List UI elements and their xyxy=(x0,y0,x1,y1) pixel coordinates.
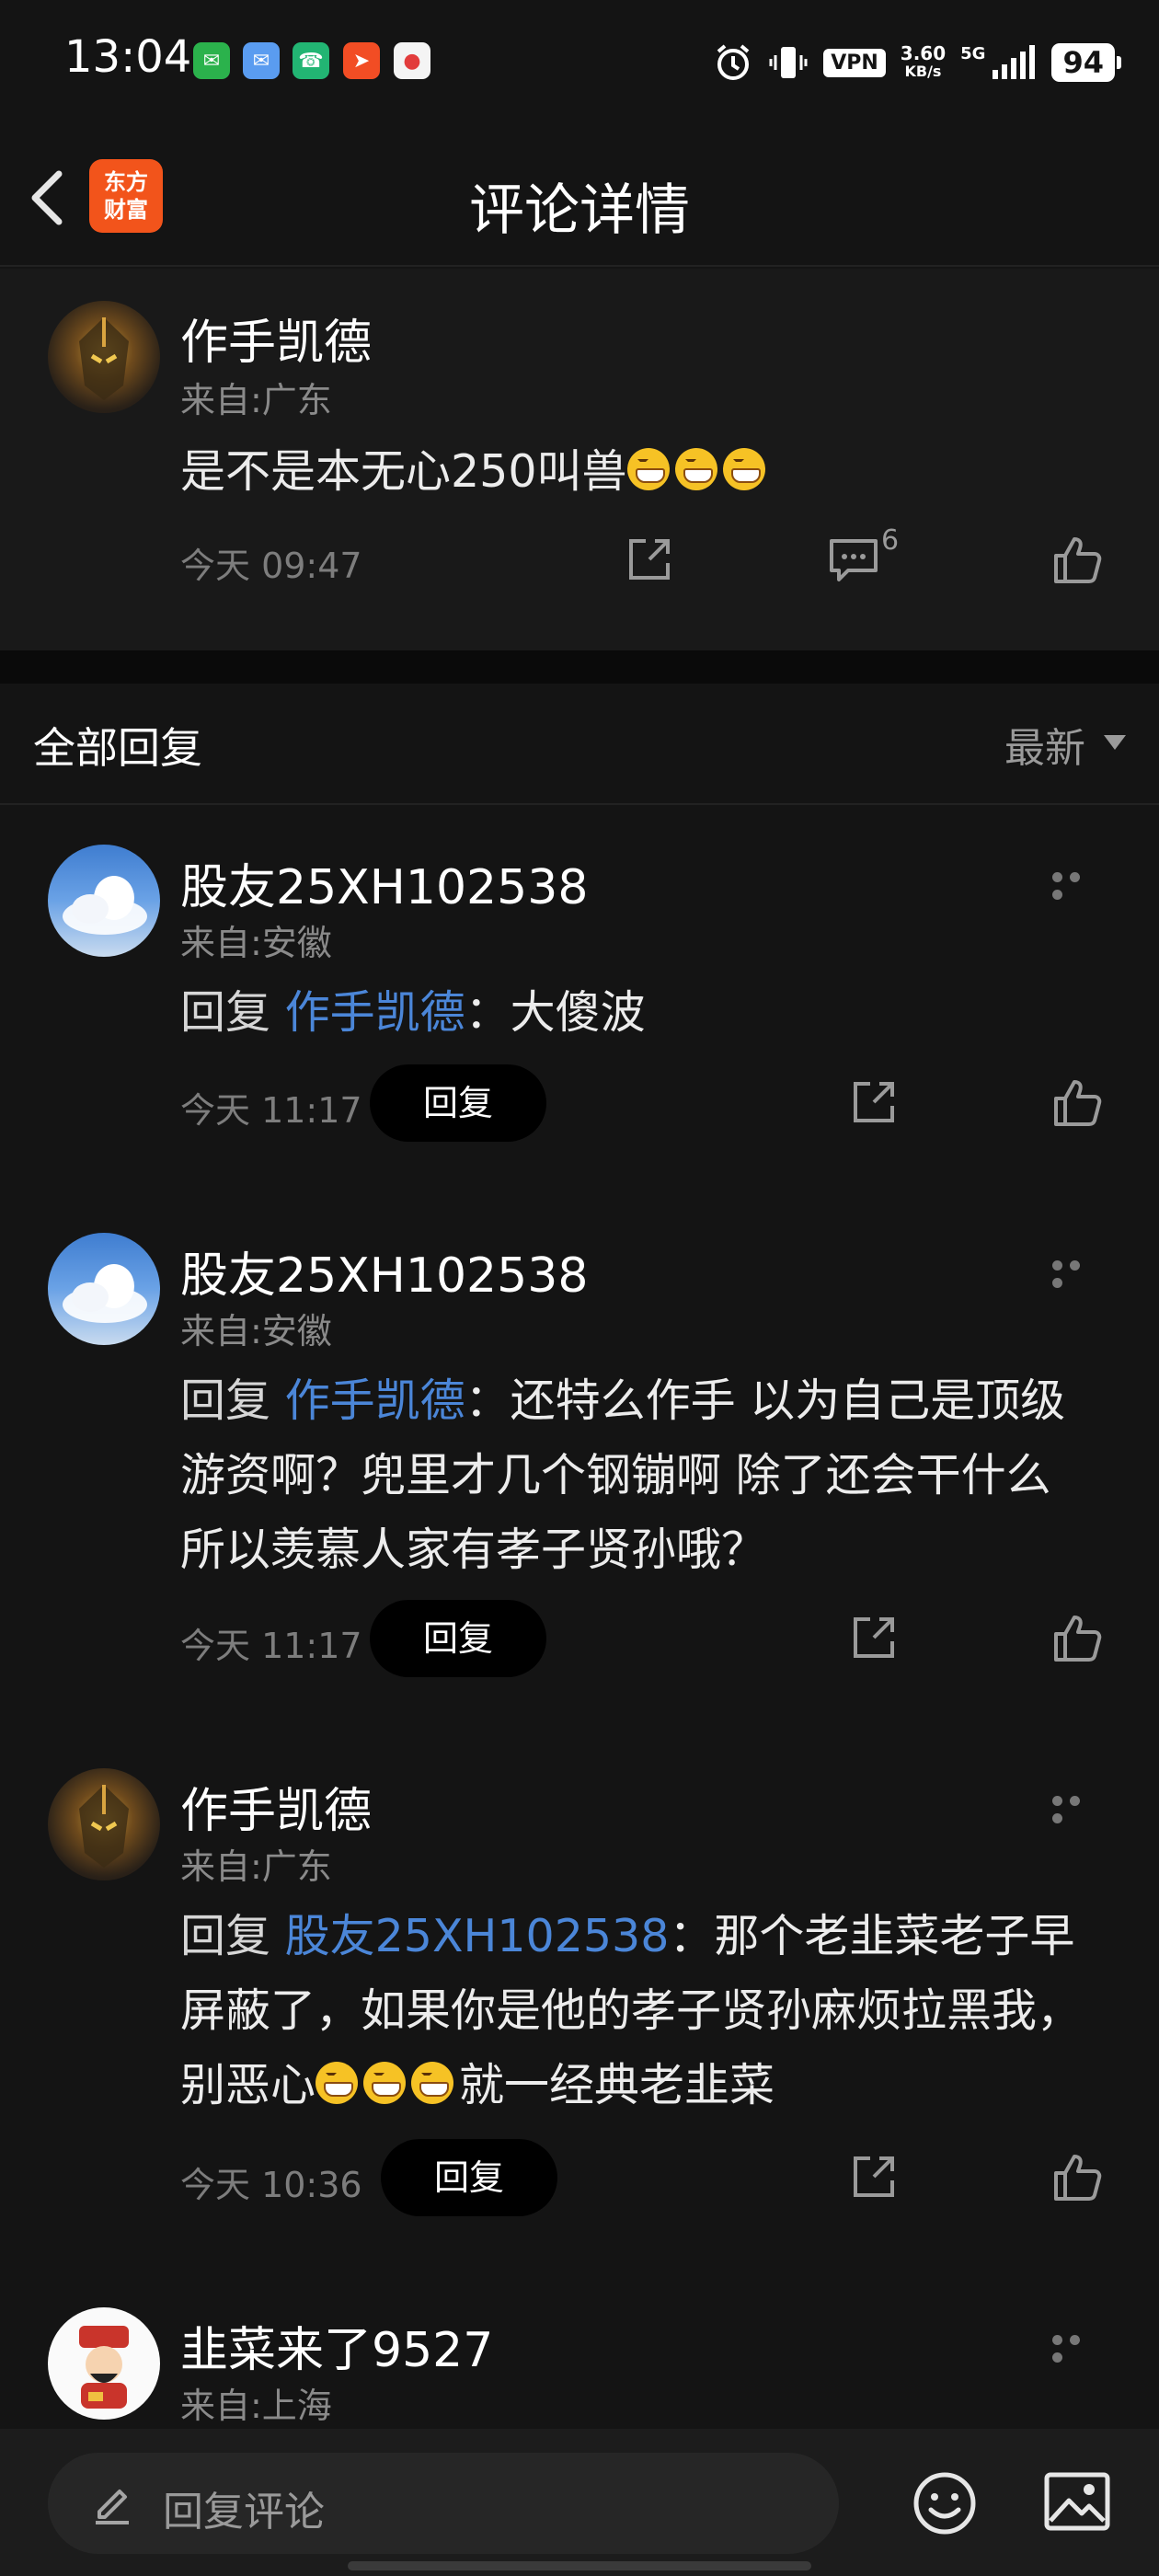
avatar[interactable] xyxy=(48,1768,160,1880)
grin-emoji-icon xyxy=(722,448,765,490)
reply-text: 回复 作手凯德：大傻波 xyxy=(180,975,1104,1050)
emoji-icon[interactable] xyxy=(911,2469,979,2537)
reply-body-tail: 就一经典老韭菜 xyxy=(459,2059,775,2111)
status-bar: 13:04 ✉ ✉ ☎ ➤ ● VPN 3.60 KB/s 5G 94 xyxy=(0,0,1159,124)
grin-emoji-icon xyxy=(316,2062,359,2104)
reply-prefix: 回复 xyxy=(180,1374,271,1427)
reply-mention[interactable]: 作手凯德 xyxy=(285,1374,465,1427)
avatar[interactable] xyxy=(48,301,160,413)
image-icon[interactable] xyxy=(1043,2471,1111,2532)
comment-text-body: 是不是本无心250叫兽 xyxy=(180,445,627,498)
avatar-cloud-image xyxy=(63,1264,147,1323)
avatar-helmet-image xyxy=(79,1785,129,1868)
comment-username[interactable]: 作手凯德 xyxy=(180,304,372,373)
section-divider xyxy=(0,650,1159,684)
reply-body: ：大傻波 xyxy=(465,986,646,1039)
status-right: VPN 3.60 KB/s 5G 94 xyxy=(713,37,1121,88)
network-type: 5G xyxy=(960,43,986,63)
reply-input[interactable]: 回复评论 xyxy=(48,2453,839,2554)
main-comment: 作手凯德 来自:广东 是不是本无心250叫兽 今天 09:47 6 xyxy=(0,269,1159,650)
reply-button[interactable]: 回复 xyxy=(370,1064,546,1142)
more-icon[interactable] xyxy=(1052,1257,1104,1288)
share-icon[interactable] xyxy=(846,2149,901,2204)
more-icon[interactable] xyxy=(1052,2331,1104,2363)
reply-count: 6 xyxy=(881,524,900,557)
bottom-input-bar: 回复评论 xyxy=(0,2429,1159,2576)
send-app-icon: ➤ xyxy=(343,42,380,79)
alarm-icon xyxy=(717,44,750,80)
navigation-header: 东方 财富 评论详情 xyxy=(0,129,1159,267)
more-icon[interactable] xyxy=(1052,868,1104,900)
reply-text: 回复 作手凯德：还特么作手 以为自己是顶级游资啊？兜里才几个钢镚啊 除了还会干什… xyxy=(180,1363,1104,1587)
net-speed-value: 3.60 xyxy=(900,42,947,64)
map-app-icon: ● xyxy=(394,42,430,79)
replies-header: 全部回复 最新 xyxy=(0,684,1159,805)
like-icon[interactable] xyxy=(1050,2149,1106,2204)
comment-icon[interactable] xyxy=(826,532,881,587)
signal-icon xyxy=(993,45,1036,79)
like-icon[interactable] xyxy=(1050,1075,1106,1130)
share-icon[interactable] xyxy=(846,1075,901,1130)
home-indicator[interactable] xyxy=(348,2561,811,2570)
avatar-helmet-image xyxy=(79,317,129,400)
reply-mention[interactable]: 作手凯德 xyxy=(285,986,465,1039)
reply-button[interactable]: 回复 xyxy=(370,1600,546,1677)
reply-username[interactable]: 股友25XH102538 xyxy=(180,1236,588,1305)
grin-emoji-icon xyxy=(674,448,717,490)
comment-time: 今天 09:47 xyxy=(180,546,362,586)
reply-input-placeholder: 回复评论 xyxy=(163,2489,325,2536)
phone-icon: ☎ xyxy=(293,42,329,79)
reply-button[interactable]: 回复 xyxy=(381,2139,557,2216)
reply-mention[interactable]: 股友25XH102538 xyxy=(285,1910,670,1962)
reply-text: 回复 股友25XH102538：那个老韭菜老子早屏蔽了，如果你是他的孝子贤孙麻烦… xyxy=(180,1899,1104,2122)
share-icon[interactable] xyxy=(622,532,677,587)
page-title: 评论详情 xyxy=(469,178,690,243)
grin-emoji-icon xyxy=(363,2062,407,2104)
comment-location: 来自:广东 xyxy=(180,380,332,420)
reply-location: 来自:安徽 xyxy=(180,923,332,963)
reply-username[interactable]: 韭菜来了9527 xyxy=(180,2311,493,2380)
reply-time: 今天 11:17 xyxy=(180,1626,362,1666)
avatar[interactable] xyxy=(48,845,160,957)
net-speed-unit: KB/s xyxy=(904,63,942,80)
avatar[interactable] xyxy=(48,1233,160,1345)
reply-location: 来自:上海 xyxy=(180,2386,332,2426)
replies-title: 全部回复 xyxy=(33,723,202,773)
reply-location: 来自:安徽 xyxy=(180,1311,332,1351)
caret-down-icon[interactable] xyxy=(1104,735,1126,750)
sort-dropdown[interactable]: 最新 xyxy=(1004,715,1085,774)
grin-emoji-icon xyxy=(411,2062,454,2104)
more-icon[interactable] xyxy=(1052,1792,1104,1823)
vpn-badge: VPN xyxy=(823,48,886,77)
reply-prefix: 回复 xyxy=(180,986,271,1039)
status-time: 13:04 xyxy=(64,31,192,83)
like-icon[interactable] xyxy=(1050,1610,1106,1665)
battery-level: 94 xyxy=(1051,43,1121,82)
vibrate-icon xyxy=(769,47,808,78)
edit-icon xyxy=(96,2490,129,2524)
share-icon[interactable] xyxy=(846,1610,901,1665)
avatar-caishen-image xyxy=(79,2326,129,2409)
reply-username[interactable]: 作手凯德 xyxy=(180,1772,372,1841)
wechat-icon: ✉ xyxy=(193,42,230,79)
reply-location: 来自:广东 xyxy=(180,1846,332,1887)
grin-emoji-icon xyxy=(626,448,670,490)
reply-time: 今天 10:36 xyxy=(180,2165,362,2205)
reply-prefix: 回复 xyxy=(180,1910,271,1962)
reply-username[interactable]: 股友25XH102538 xyxy=(180,848,588,917)
comment-text: 是不是本无心250叫兽 xyxy=(180,434,1104,509)
net-speed: 3.60 KB/s xyxy=(901,44,946,81)
avatar-cloud-image xyxy=(63,876,147,935)
like-icon[interactable] xyxy=(1050,532,1106,587)
avatar[interactable] xyxy=(48,2307,160,2420)
mail-icon: ✉ xyxy=(243,42,280,79)
reply-time: 今天 11:17 xyxy=(180,1090,362,1131)
